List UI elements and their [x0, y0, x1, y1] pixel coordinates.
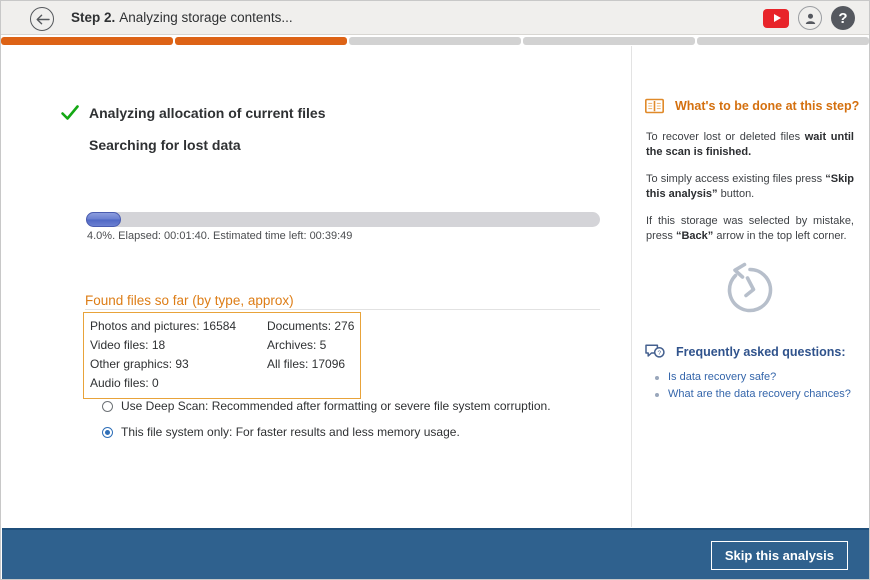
current-task-label: Searching for lost data — [89, 137, 241, 153]
scan-option-label: This file system only: For faster result… — [121, 424, 460, 440]
found-files-row: Video files: 18Archives: 5 — [84, 336, 360, 355]
completed-task-label: Analyzing allocation of current files — [89, 105, 325, 121]
scan-option-label: Use Deep Scan: Recommended after formatt… — [121, 398, 551, 414]
scan-progress-bar — [86, 212, 600, 227]
help-text: To simply access existing files press — [646, 173, 825, 185]
header-bar: Step 2. Analyzing storage contents... ? — [1, 1, 869, 35]
scan-option-2[interactable]: This file system only: For faster result… — [102, 424, 551, 440]
found-files-cell: Audio files: 0 — [84, 374, 267, 393]
history-illustration — [632, 262, 868, 318]
app-window: Step 2. Analyzing storage contents... ? — [0, 0, 870, 580]
found-files-row: Photos and pictures: 16584Documents: 276 — [84, 317, 360, 336]
step-segment-5 — [697, 37, 869, 45]
found-files-cell: Archives: 5 — [267, 336, 360, 355]
skip-this-analysis-button[interactable]: Skip this analysis — [711, 541, 848, 570]
step-number: Step 2. — [71, 10, 115, 25]
faq-title: Frequently asked questions: — [676, 345, 845, 359]
back-button[interactable] — [30, 7, 54, 31]
radio-button[interactable] — [102, 427, 113, 438]
found-files-cell — [267, 374, 360, 393]
faq-header: ? Frequently asked questions: — [645, 318, 868, 360]
completed-task-row: Analyzing allocation of current files — [60, 103, 325, 123]
radio-button[interactable] — [102, 401, 113, 412]
step-segment-3 — [349, 37, 521, 45]
scan-options-group: Use Deep Scan: Recommended after formatt… — [102, 398, 551, 450]
svg-text:?: ? — [658, 350, 662, 357]
found-files-heading: Found files so far (by type, approx) — [85, 293, 300, 308]
help-icon[interactable]: ? — [831, 6, 855, 30]
faq-link[interactable]: What are the data recovery chances? — [654, 386, 868, 403]
help-paragraph: If this storage was selected by mistake,… — [646, 214, 854, 244]
step-segment-4 — [523, 37, 695, 45]
scan-progress-fill — [86, 212, 121, 227]
found-files-cell: All files: 17096 — [267, 355, 360, 374]
youtube-icon[interactable] — [763, 9, 789, 28]
found-files-cell: Other graphics: 93 — [84, 355, 267, 374]
step-description: Analyzing storage contents... — [119, 10, 292, 25]
found-divider — [85, 309, 600, 310]
step-segment-1 — [1, 37, 173, 45]
speech-bubbles-icon: ? — [645, 344, 665, 360]
history-clock-icon — [722, 262, 778, 318]
help-title: What's to be done at this step? — [675, 99, 859, 113]
found-files-row: Audio files: 0 — [84, 374, 360, 393]
footer-bar: Skip this analysis — [2, 528, 870, 580]
help-text-emphasis: “Back” — [676, 230, 713, 242]
found-files-row: Other graphics: 93All files: 17096 — [84, 355, 360, 374]
found-files-box: Photos and pictures: 16584Documents: 276… — [83, 312, 361, 399]
faq-list: Is data recovery safe?What are the data … — [654, 369, 868, 403]
found-files-cell: Video files: 18 — [84, 336, 267, 355]
scan-status-text: 4.0%. Elapsed: 00:01:40. Estimated time … — [87, 230, 352, 242]
user-account-icon[interactable] — [798, 6, 822, 30]
step-progress-bar — [1, 37, 869, 45]
help-paragraph: To recover lost or deleted files wait un… — [646, 130, 854, 160]
header-icon-group: ? — [763, 6, 855, 30]
checkmark-icon — [60, 103, 80, 123]
help-paragraphs: To recover lost or deleted files wait un… — [646, 130, 854, 244]
page-title: Step 2. Analyzing storage contents... — [71, 10, 293, 25]
help-text: arrow in the top left corner. — [713, 230, 846, 242]
found-files-cell: Documents: 276 — [267, 317, 360, 336]
help-text: To recover lost or deleted files — [646, 131, 805, 143]
help-header: What's to be done at this step? — [645, 46, 868, 114]
help-paragraph: To simply access existing files press “S… — [646, 172, 854, 202]
help-sidebar: What's to be done at this step? To recov… — [631, 46, 868, 527]
faq-link[interactable]: Is data recovery safe? — [654, 369, 868, 386]
scan-option-1[interactable]: Use Deep Scan: Recommended after formatt… — [102, 398, 551, 414]
main-content: Analyzing allocation of current files Se… — [2, 46, 868, 527]
book-icon — [645, 98, 664, 114]
help-text: button. — [718, 188, 755, 200]
scan-pane: Analyzing allocation of current files Se… — [2, 46, 631, 527]
found-files-cell: Photos and pictures: 16584 — [84, 317, 267, 336]
step-segment-2 — [175, 37, 347, 45]
